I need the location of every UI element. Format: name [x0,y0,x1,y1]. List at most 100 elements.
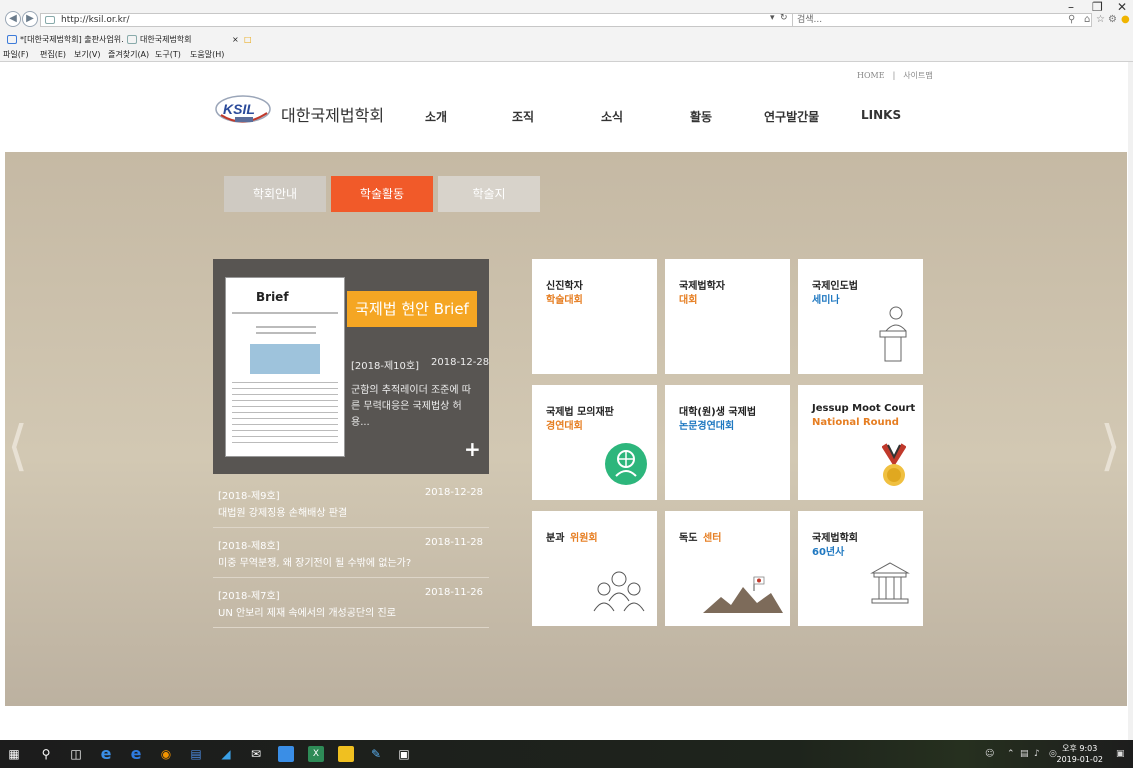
brief-cover-title: Brief [256,290,289,304]
courthouse-icon [870,562,910,604]
ksil-logo[interactable]: KSIL [215,95,273,125]
card-jessup-moot-court[interactable]: Jessup Moot Court National Round [798,385,923,500]
ie-icon[interactable]: e [98,746,114,762]
calculator-icon[interactable]: ▣ [396,746,412,762]
menu-view[interactable]: 보기(V) [74,49,100,60]
card-international-law-scholars[interactable]: 국제법학자 대회 [665,259,790,374]
prev-arrow-icon[interactable]: ⟨ [7,414,28,477]
tab-outlook[interactable]: *[대한국제법학회] 출판사업위... [6,33,124,46]
nav-links[interactable]: LINKS [861,108,901,122]
close-icon[interactable]: ✕ [1117,0,1127,14]
more-plus-icon[interactable]: + [464,437,481,461]
menu-file[interactable]: 파일(F) [3,49,29,60]
clock-date: 2019-01-02 [1056,755,1104,764]
card-title: 국제법학자 [679,281,725,292]
news-title[interactable]: 대법원 강제징용 손해배상 판결 [218,504,347,519]
news-title[interactable]: UN 안보리 제재 속에서의 개성공단의 진로 [218,604,396,619]
search-icon[interactable]: ⚲ [38,746,54,762]
card-committees[interactable]: 분과 위원회 [532,511,657,626]
chat-icon[interactable] [338,746,354,762]
windows-taskbar: ▦ ⚲ ◫ e e ◉ ▤ ◢ ✉ X ✎ ▣ ☺ ⌃ ▤ ♪ ◎ 오후 9:0… [0,740,1133,768]
explorer-icon[interactable]: ▤ [188,746,204,762]
favorites-star-icon[interactable]: ☆ [1096,14,1105,25]
site-icon [127,35,137,44]
card-society-60-year-history[interactable]: 국제법학회 60년사 [798,511,923,626]
nav-activities[interactable]: 활동 [690,108,712,125]
brief-summary[interactable]: 군함의 추적레이더 조준에 따른 무력대응은 국제법상 허용... [351,383,479,431]
chevron-up-icon[interactable]: ⌃ [1007,749,1015,759]
news-item[interactable]: [2018-제7호] 2018-11-26 UN 안보리 제재 속에서의 개성공… [213,578,489,628]
site-name[interactable]: 대한국제법학회 [281,102,384,126]
nav-about[interactable]: 소개 [425,108,447,125]
card-title-accent: 위원회 [570,533,598,544]
refresh-icon[interactable]: ↻ [780,13,788,23]
person-icon[interactable]: ☺ [985,749,994,759]
search-input[interactable]: 검색... [792,13,1092,27]
card-subtitle: National Round [812,417,899,428]
card-title: 국제법 모의재판 [546,407,614,418]
home-link[interactable]: HOME [857,71,885,80]
notes-icon[interactable]: ✎ [368,746,384,762]
card-title: 신진학자 [546,281,583,292]
next-arrow-icon[interactable]: ⟩ [1100,414,1121,477]
windows-start-icon[interactable]: ▦ [6,746,22,762]
menu-tools[interactable]: 도구(T) [155,49,181,60]
subtab-society-info[interactable]: 학회안내 [224,176,326,212]
mail-icon[interactable]: ✉ [248,746,264,762]
menu-help[interactable]: 도움말(H) [190,49,224,60]
dropdown-icon[interactable]: ▾ [770,13,775,23]
settings-gear-icon[interactable]: ⚙ [1108,14,1117,25]
new-tab-icon[interactable]: □ [244,33,256,46]
tab-ksil[interactable]: 대한국제법학회 [126,33,236,46]
news-title[interactable]: 미중 무역분쟁, 왜 장기전이 될 수밖에 없는가? [218,554,411,569]
menu-favorites[interactable]: 즐겨찾기(A) [108,49,149,60]
word-icon[interactable] [278,746,294,762]
address-bar[interactable]: http://ksil.or.kr/ [40,13,810,27]
scrollbar[interactable] [1128,62,1133,740]
card-moot-court[interactable]: 국제법 모의재판 경연대회 [532,385,657,500]
nav-publications[interactable]: 연구발간물 [764,108,819,125]
card-young-scholars[interactable]: 신진학자 학술대회 [532,259,657,374]
card-title: 독도 [679,533,698,544]
back-icon[interactable]: ◀ [5,11,21,27]
smiley-feedback-icon[interactable]: ● [1121,14,1130,25]
tab-label: *[대한국제법학회] 출판사업위... [20,35,124,44]
task-view-icon[interactable]: ◫ [68,746,84,762]
sitemap-link[interactable]: 사이트맵 [903,71,932,80]
search-icon[interactable]: ⚲ [1068,14,1075,25]
forward-icon[interactable]: ▶ [22,11,38,27]
tab-close-icon[interactable]: × [232,33,242,46]
subtab-journal[interactable]: 학술지 [438,176,540,212]
card-subtitle: 60년사 [812,547,845,558]
network-icon[interactable]: ▤ [1020,749,1029,759]
card-dokdo-center[interactable]: 독도 센터 [665,511,790,626]
excel-icon[interactable]: X [308,746,324,762]
nav-organization[interactable]: 조직 [512,108,534,125]
restore-icon[interactable]: ❐ [1092,0,1103,14]
menu-edit[interactable]: 편집(E) [40,49,66,60]
tab-strip: *[대한국제법학회] 출판사업위... 대한국제법학회 × □ [0,30,1133,46]
app-icon[interactable]: ◢ [218,746,234,762]
notification-icon[interactable]: ▣ [1116,749,1125,759]
tab-label: 대한국제법학회 [140,35,192,44]
minimize-icon[interactable]: – [1068,0,1074,14]
card-student-thesis-contest[interactable]: 대학(원)생 국제법 논문경연대회 [665,385,790,500]
nav-news[interactable]: 소식 [601,108,623,125]
edge-icon[interactable]: e [128,746,144,762]
chrome-icon[interactable]: ◉ [158,746,174,762]
clock[interactable]: 오후 9:03 2019-01-02 [1057,743,1104,765]
news-item[interactable]: [2018-제8호] 2018-11-28 미중 무역분쟁, 왜 장기전이 될 … [213,528,489,578]
search-placeholder: 검색... [797,15,823,25]
news-number: [2018-제7호] [218,591,280,602]
card-title: 대학(원)생 국제법 [679,407,757,418]
card-subtitle: 학술대회 [546,295,583,306]
card-subtitle: 경연대회 [546,421,583,432]
volume-icon[interactable]: ♪ [1034,749,1040,759]
card-title: 국제인도법 [812,281,858,292]
subtab-academic-activities[interactable]: 학술활동 [331,176,433,212]
card-humanitarian-law[interactable]: 국제인도법 세미나 [798,259,923,374]
brief-panel[interactable]: Brief 국제법 현안 Brief [2018-제10호] 2018-12-2… [213,259,489,474]
card-subtitle: 세미나 [812,295,840,306]
home-icon[interactable]: ⌂ [1084,14,1090,25]
news-item[interactable]: [2018-제9호] 2018-12-28 대법원 강제징용 손해배상 판결 [213,478,489,528]
